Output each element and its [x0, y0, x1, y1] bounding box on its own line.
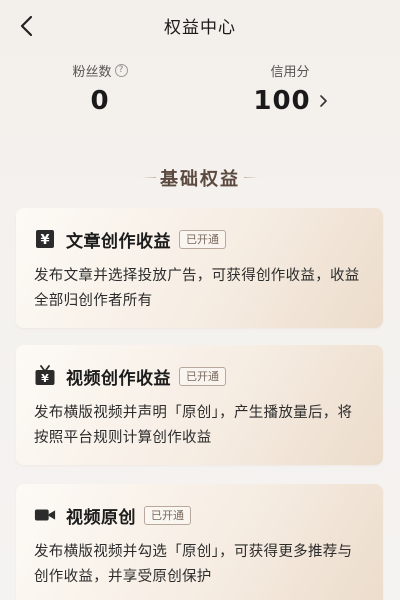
fans-value: 0	[90, 86, 110, 116]
card-description: 发布文章并选择投放广告，可获得创作收益，收益全部归创作者所有	[34, 268, 360, 309]
status-badge: 已开通	[144, 505, 191, 525]
fans-label: 粉丝数	[72, 64, 112, 80]
svg-text:¥: ¥	[40, 233, 49, 248]
help-icon[interactable]: ?	[114, 63, 128, 77]
chevron-right-icon	[319, 95, 327, 107]
card-description: 发布横版视频并勾选「原创」，可获得更多推荐与创作收益，并享受原创保护	[34, 544, 353, 585]
status-badge: 已开通	[179, 366, 226, 386]
stats-bar: 粉丝数 ? 0 信用分 100	[0, 60, 400, 130]
benefit-card-video-revenue[interactable]: ¥ 视频创作收益 已开通 发布横版视频并声明「原创」，产生播放量后，将按照平台规…	[16, 345, 383, 465]
benefit-card-article-revenue[interactable]: ¥ 文章创作收益 已开通 发布文章并选择投放广告，可获得创作收益，收益全部归创作…	[16, 208, 383, 328]
benefit-card-video-original[interactable]: 视频原创 已开通 发布横版视频并勾选「原创」，可获得更多推荐与创作收益，并享受原…	[16, 484, 383, 600]
back-button[interactable]	[10, 10, 42, 42]
card-title: 视频原创	[66, 507, 136, 528]
credit-label: 信用分	[270, 64, 310, 80]
card-description: 发布横版视频并声明「原创」，产生播放量后，将按照平台规则计算创作收益	[34, 405, 353, 446]
tv-yen-icon: ¥	[34, 365, 56, 387]
credit-stat[interactable]: 信用分 100	[220, 60, 360, 116]
fans-stat: 粉丝数 ? 0	[30, 60, 170, 116]
card-title: 视频创作收益	[66, 368, 171, 389]
card-title: 文章创作收益	[66, 231, 171, 252]
page-title: 权益中心	[164, 17, 236, 38]
benefits-center-page: 权益中心 粉丝数 ? 0 信用分 100 基础权益 ¥ 文章创作收益 已开通 发…	[0, 0, 400, 600]
section-title: 基础权益	[0, 165, 400, 191]
video-camera-icon	[34, 504, 56, 526]
header: 权益中心	[0, 0, 400, 50]
credit-value: 100	[253, 86, 311, 116]
status-badge: 已开通	[179, 229, 226, 249]
yen-icon: ¥	[34, 228, 56, 250]
svg-text:¥: ¥	[41, 372, 49, 385]
chevron-left-icon	[20, 15, 33, 37]
